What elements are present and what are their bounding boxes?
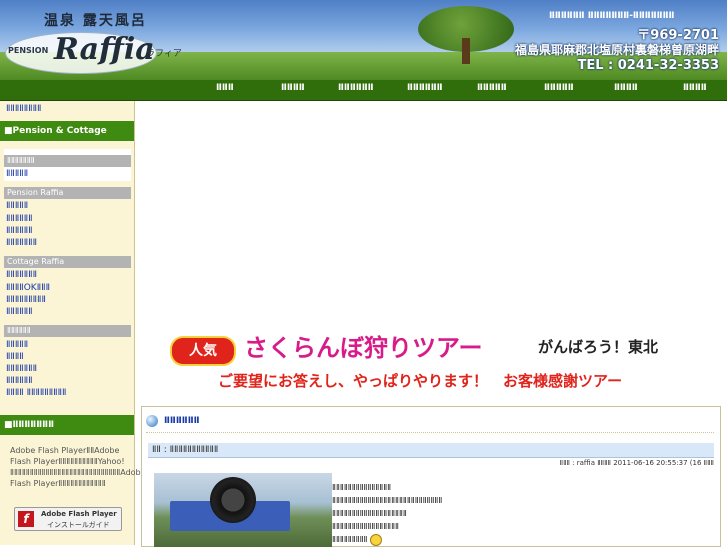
sidebar-link[interactable]: ⅡⅡⅡⅡⅡⅡⅡ <box>6 364 37 374</box>
bullet-icon <box>146 415 158 427</box>
entry-title-bar: ⅡⅡ : ⅡⅡⅡⅡⅡⅡⅡⅡⅡⅡⅡ <box>148 443 714 458</box>
sidebar-link[interactable]: ⅡⅡⅡⅡⅡ <box>6 201 28 211</box>
nav-item-6[interactable]: ⅡⅡⅡⅡⅡ <box>544 83 574 93</box>
main-nav: ⅡⅡⅡ ⅡⅡⅡⅡ ⅡⅡⅡⅡⅡⅡ ⅡⅡⅡⅡⅡⅡ ⅡⅡⅡⅡⅡ ⅡⅡⅡⅡⅡ ⅡⅡⅡⅡ … <box>0 80 727 101</box>
sidebar-top-link[interactable]: ⅡⅡⅡⅡⅡⅡⅡⅡ <box>6 104 41 114</box>
tree-trunk <box>462 38 470 64</box>
sidebar-link[interactable]: ⅡⅡⅡⅡⅡⅡⅡⅡⅡ <box>6 295 46 305</box>
nav-item-2[interactable]: ⅡⅡⅡⅡ <box>281 83 305 93</box>
banner-subtitle: がんばろう！東北 <box>538 338 659 356</box>
logo-tagline: 温泉 露天風呂 <box>44 13 147 29</box>
sidebar-group4-header: ⅡⅡⅡⅡⅡⅡ <box>4 325 131 337</box>
popular-badge: 人気 <box>170 336 236 366</box>
sidebar-section-pension-cottage: ■Pension & Cottage <box>0 121 134 141</box>
entry-line: ⅡⅡⅡⅡⅡⅡⅡⅡⅡⅡⅡⅡⅡⅡⅡⅡⅡⅡⅡⅡⅡⅡⅡⅡⅡⅡⅡⅡ <box>332 496 443 505</box>
sidebar: ⅡⅡⅡⅡⅡⅡⅡⅡ ■Pension & Cottage ⅡⅡⅡⅡⅡⅡⅡ ⅡⅡⅡⅡ… <box>0 101 146 545</box>
sidebar-group2-header: Pension Raffia <box>4 187 131 199</box>
promo-banner[interactable]: 人気 さくらんぼ狩りツアー がんばろう！東北 ご要望にお答えし、やっぱりやります… <box>140 318 726 400</box>
flash-notice-text: Adobe Flash PlayerⅡⅡAdobe Flash PlayerⅡⅡ… <box>10 446 146 488</box>
sidebar-link[interactable]: ⅡⅡⅡⅡ <box>6 352 24 362</box>
sidebar-link[interactable]: ⅡⅡⅡⅡⅡⅡ <box>6 214 33 224</box>
logo-kana: ラフィア <box>146 49 182 59</box>
sidebar-link[interactable]: ⅡⅡⅡⅡⅡⅡ <box>6 226 33 236</box>
sidebar-link[interactable]: ⅡⅡⅡⅡOKⅡⅡⅡ <box>6 283 50 293</box>
panel-header: ⅡⅡⅡⅡⅡⅡ <box>146 410 714 433</box>
sidebar-group3-header: Cottage Raffia <box>4 256 131 268</box>
sidebar-link[interactable]: ⅡⅡⅡⅡⅡⅡ <box>6 376 33 386</box>
entry-meta: ⅡⅡⅡ : raffia ⅡⅡⅡⅡ 2011-06-16 20:55:37 (1… <box>559 459 714 467</box>
nav-item-5[interactable]: ⅡⅡⅡⅡⅡ <box>477 83 507 93</box>
postal-code: 〒969-2701 <box>637 28 719 43</box>
flash-badge-line2: インストールガイド <box>47 521 110 529</box>
flash-badge-line1: Adobe Flash Player <box>41 510 117 518</box>
address: 福島県耶麻郡北塩原村裏磐梯曽原湖畔 <box>514 43 719 57</box>
entry-body: ⅡⅡⅡⅡⅡⅡⅡⅡⅡⅡⅡⅡⅡⅡⅡ ⅡⅡⅡⅡⅡⅡⅡⅡⅡⅡⅡⅡⅡⅡⅡⅡⅡⅡⅡⅡⅡⅡⅡⅡ… <box>332 481 712 546</box>
header-tagline: ⅡⅡⅡⅡⅡⅡ ⅡⅡⅡⅡⅡⅡⅡ-ⅡⅡⅡⅡⅡⅡⅡ <box>549 11 675 21</box>
sidebar-link[interactable]: ⅡⅡⅡⅡⅡⅡⅡ <box>6 270 37 280</box>
sidebar-group1-header: ⅡⅡⅡⅡⅡⅡⅡ <box>4 155 131 167</box>
nav-item-4[interactable]: ⅡⅡⅡⅡⅡⅡ <box>407 83 443 93</box>
news-panel: ⅡⅡⅡⅡⅡⅡ ⅡⅡ : ⅡⅡⅡⅡⅡⅡⅡⅡⅡⅡⅡ ⅡⅡⅡ : raffia ⅡⅡⅡ… <box>141 406 721 547</box>
entry-line: ⅡⅡⅡⅡⅡⅡⅡⅡⅡⅡⅡⅡⅡⅡⅡ <box>332 483 392 492</box>
sidebar-link[interactable]: ⅡⅡⅡⅡⅡ <box>6 169 28 179</box>
entry-line-last: ⅡⅡⅡⅡⅡⅡⅡⅡⅡ <box>332 533 712 546</box>
banner-title: さくらんぼ狩りツアー <box>244 334 483 362</box>
logo-raffia[interactable]: Raffia <box>54 32 155 67</box>
smile-icon <box>369 533 382 546</box>
entry-line: ⅡⅡⅡⅡⅡⅡⅡⅡⅡⅡⅡⅡⅡⅡⅡⅡⅡ <box>332 522 399 531</box>
header-address-block: 〒969-2701 福島県耶麻郡北塩原村裏磐梯曽原湖畔 TEL : 0241-3… <box>515 28 719 73</box>
entry-line: ⅡⅡⅡⅡⅡⅡⅡⅡⅡ <box>332 535 368 544</box>
nav-item-7[interactable]: ⅡⅡⅡⅡ <box>614 83 638 93</box>
flash-install-button[interactable]: f Adobe Flash Player インストールガイド <box>14 507 122 531</box>
sidebar-section-bottom: ■ⅡⅡⅡⅡⅡⅡⅡ <box>0 415 134 435</box>
flash-icon: f <box>18 511 34 527</box>
nav-item-8[interactable]: ⅡⅡⅡⅡ <box>683 83 707 93</box>
sidebar-link[interactable]: ⅡⅡⅡⅡⅡ <box>6 340 28 350</box>
entry-title-link[interactable]: ⅡⅡ : ⅡⅡⅡⅡⅡⅡⅡⅡⅡⅡⅡ <box>152 445 218 455</box>
sidebar-link[interactable]: ⅡⅡⅡⅡⅡⅡ <box>6 307 33 317</box>
sidebar-link[interactable]: ⅡⅡⅡⅡⅡⅡⅡ <box>6 238 37 248</box>
logo-pension-label: PENSION <box>8 46 49 55</box>
site-header: 温泉 露天風呂 PENSION Raffia ラフィア ⅡⅡⅡⅡⅡⅡ ⅡⅡⅡⅡⅡ… <box>0 0 727 80</box>
wheel-shape <box>210 477 256 523</box>
panel-title: ⅡⅡⅡⅡⅡⅡ <box>164 416 200 426</box>
banner-tagline: ご要望にお答えし、やっぱりやります！ お客様感謝ツアー <box>218 372 623 390</box>
nav-item-1[interactable]: ⅡⅡⅡ <box>216 83 234 93</box>
telephone: TEL : 0241-32-3353 <box>577 58 719 73</box>
entry-photo[interactable] <box>154 473 332 547</box>
sidebar-link[interactable]: ⅡⅡⅡⅡ ⅡⅡⅡⅡⅡⅡⅡⅡⅡ <box>6 388 66 398</box>
nav-item-3[interactable]: ⅡⅡⅡⅡⅡⅡ <box>338 83 374 93</box>
entry-line: ⅡⅡⅡⅡⅡⅡⅡⅡⅡⅡⅡⅡⅡⅡⅡⅡⅡⅡⅡ <box>332 509 407 518</box>
